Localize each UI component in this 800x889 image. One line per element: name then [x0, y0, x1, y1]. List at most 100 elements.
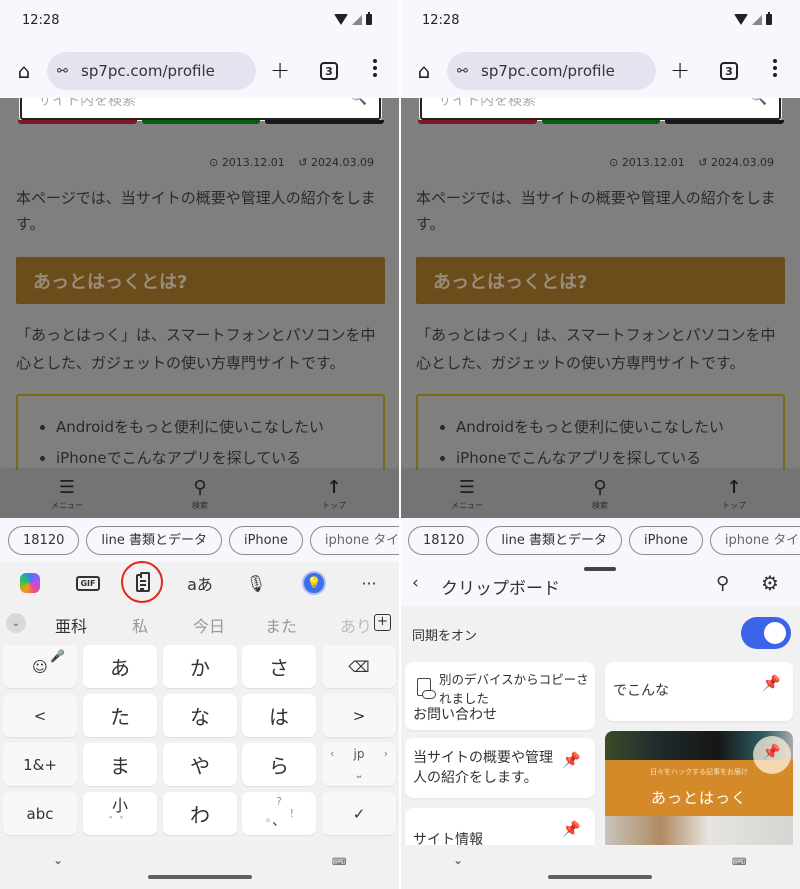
suggestion-chip[interactable]: iPhone: [628, 526, 703, 555]
suggestion-chip[interactable]: iPhone: [228, 526, 303, 555]
suggestion-chip[interactable]: iphone タイ: [309, 526, 400, 555]
key-ka[interactable]: か: [163, 645, 237, 688]
home-icon[interactable]: ⌂: [12, 59, 36, 83]
web-content: サイト内を検索 🔍 ⊙ 2013.12.01 ↺ 2024.03.09 本ページ…: [400, 98, 800, 518]
key-wa[interactable]: わ: [163, 792, 237, 835]
back-icon[interactable]: ‹: [412, 573, 419, 593]
copilot-button[interactable]: [16, 570, 44, 596]
key-ma[interactable]: ま: [83, 743, 157, 786]
hide-keyboard-icon[interactable]: ⌄: [53, 853, 63, 867]
nav-top-button[interactable]: ↑ トップ: [304, 478, 364, 511]
nav-menu-button[interactable]: ☰ メニュー: [37, 478, 97, 511]
candidate[interactable]: 亜科: [55, 613, 87, 637]
plus-icon[interactable]: +: [670, 56, 690, 84]
category-tab[interactable]: [541, 120, 661, 124]
backspace-icon: ⌫: [348, 657, 370, 676]
wifi-icon: [334, 14, 348, 25]
cursor-right-key[interactable]: >: [322, 694, 396, 737]
pin-icon[interactable]: 📌: [762, 743, 781, 761]
clipboard-item[interactable]: でこんな 📌: [605, 662, 793, 721]
category-tab[interactable]: [665, 120, 785, 124]
gif-button[interactable]: GIF: [74, 570, 102, 596]
key-na[interactable]: な: [163, 694, 237, 737]
nav-menu-button[interactable]: ☰ メニュー: [437, 478, 497, 511]
search-icon[interactable]: ⚲: [716, 573, 729, 594]
clipboard-item[interactable]: 当サイトの概要や管理人の紹介をします。 📌: [405, 738, 595, 798]
pin-icon[interactable]: 📌: [762, 674, 781, 692]
sync-toggle[interactable]: [741, 617, 791, 649]
symbols-key[interactable]: 1&+: [3, 743, 77, 786]
gear-icon[interactable]: ⚙: [761, 571, 779, 595]
mic-button[interactable]: 🎙: [242, 570, 270, 596]
status-time: 12:28: [22, 13, 60, 28]
clock-icon: ⊙: [209, 156, 219, 169]
plus-icon[interactable]: +: [270, 56, 290, 84]
lightbulb-button[interactable]: 💡: [300, 570, 328, 596]
small-dakuten-key[interactable]: 小 ゛゜: [83, 792, 157, 835]
candidate[interactable]: 今日: [193, 613, 225, 637]
key-ya[interactable]: や: [163, 743, 237, 786]
nav-top-button[interactable]: ↑ トップ: [704, 478, 764, 511]
candidate[interactable]: 私: [132, 613, 148, 637]
key-sa[interactable]: さ: [242, 645, 316, 688]
address-bar[interactable]: ⚯ sp7pc.com/profile: [47, 52, 256, 90]
suggestion-chip[interactable]: line 書類とデータ: [86, 526, 222, 555]
section-heading: あっとはっくとは?: [16, 257, 385, 304]
abc-key[interactable]: abc: [3, 792, 77, 835]
punctuation-key[interactable]: ? 。 、 !: [242, 792, 316, 835]
hide-keyboard-icon[interactable]: ⌄: [453, 853, 463, 867]
url-text[interactable]: sp7pc.com/profile: [81, 62, 215, 80]
suggestion-chip[interactable]: iphone タイ: [709, 526, 800, 555]
emoji-key[interactable]: ☺ 🎤: [3, 645, 77, 688]
candidate[interactable]: また: [265, 613, 297, 637]
more-button[interactable]: ···: [355, 570, 383, 596]
key-a[interactable]: あ: [83, 645, 157, 688]
key-ta[interactable]: た: [83, 694, 157, 737]
site-search-input[interactable]: サイト内を検索 🔍: [420, 98, 781, 120]
keyboard-switch-icon[interactable]: ⌨: [732, 857, 746, 868]
backspace-key[interactable]: ⌫: [322, 645, 396, 688]
home-gesture-handle[interactable]: [148, 875, 252, 879]
category-tab[interactable]: [18, 120, 137, 124]
clipboard-item[interactable]: 別のデバイスからコピーされました お問い合わせ: [405, 662, 595, 730]
cursor-left-key[interactable]: <: [3, 694, 77, 737]
home-gesture-handle[interactable]: [548, 875, 652, 879]
candidate[interactable]: あり: [340, 613, 372, 637]
lightbulb-icon: 💡: [302, 571, 326, 595]
more-vert-icon[interactable]: [772, 59, 778, 77]
category-tab[interactable]: [418, 120, 537, 124]
chevron-down-icon[interactable]: ⌄: [6, 613, 26, 633]
keyboard-switch-icon[interactable]: ⌨: [332, 857, 346, 868]
pin-icon[interactable]: 📌: [562, 751, 581, 769]
add-word-icon[interactable]: +: [374, 614, 391, 631]
section-heading: あっとはっくとは?: [416, 257, 785, 304]
clipboard-image-item[interactable]: 日々をハックする記事をお届け あっとはっく 📌: [605, 731, 793, 851]
suggestion-chip[interactable]: line 書類とデータ: [486, 526, 622, 555]
suggestion-chip[interactable]: 18120: [408, 526, 480, 555]
enter-key[interactable]: ✓: [322, 792, 396, 835]
wifi-icon: [734, 14, 748, 25]
nav-search-button[interactable]: ⚲ 検索: [170, 478, 230, 511]
drag-handle[interactable]: [584, 567, 616, 571]
key-ha[interactable]: は: [242, 694, 316, 737]
pin-icon[interactable]: 📌: [562, 820, 581, 838]
address-bar[interactable]: ⚯ sp7pc.com/profile: [447, 52, 656, 90]
tab-switcher-button[interactable]: 3: [320, 62, 338, 80]
site-search-input[interactable]: サイト内を検索 🔍: [20, 98, 381, 120]
site-settings-icon[interactable]: ⚯: [57, 64, 75, 79]
intro-text: 本ページでは、当サイトの概要や管理人の紹介をします。: [416, 189, 776, 233]
category-tab[interactable]: [265, 120, 385, 124]
clock-icon: ⊙: [609, 156, 619, 169]
key-ra[interactable]: ら: [242, 743, 316, 786]
translate-icon: aあ: [187, 575, 213, 594]
nav-search-button[interactable]: ⚲ 検索: [570, 478, 630, 511]
tab-switcher-button[interactable]: 3: [720, 62, 738, 80]
more-vert-icon[interactable]: [372, 59, 378, 77]
suggestion-chip[interactable]: 18120: [8, 526, 80, 555]
category-tab[interactable]: [141, 120, 261, 124]
home-icon[interactable]: ⌂: [412, 59, 436, 83]
translate-button[interactable]: aあ: [186, 570, 214, 596]
space-key[interactable]: ‹ jp › ⎵: [322, 743, 396, 786]
url-text[interactable]: sp7pc.com/profile: [481, 62, 615, 80]
site-settings-icon[interactable]: ⚯: [457, 64, 475, 79]
